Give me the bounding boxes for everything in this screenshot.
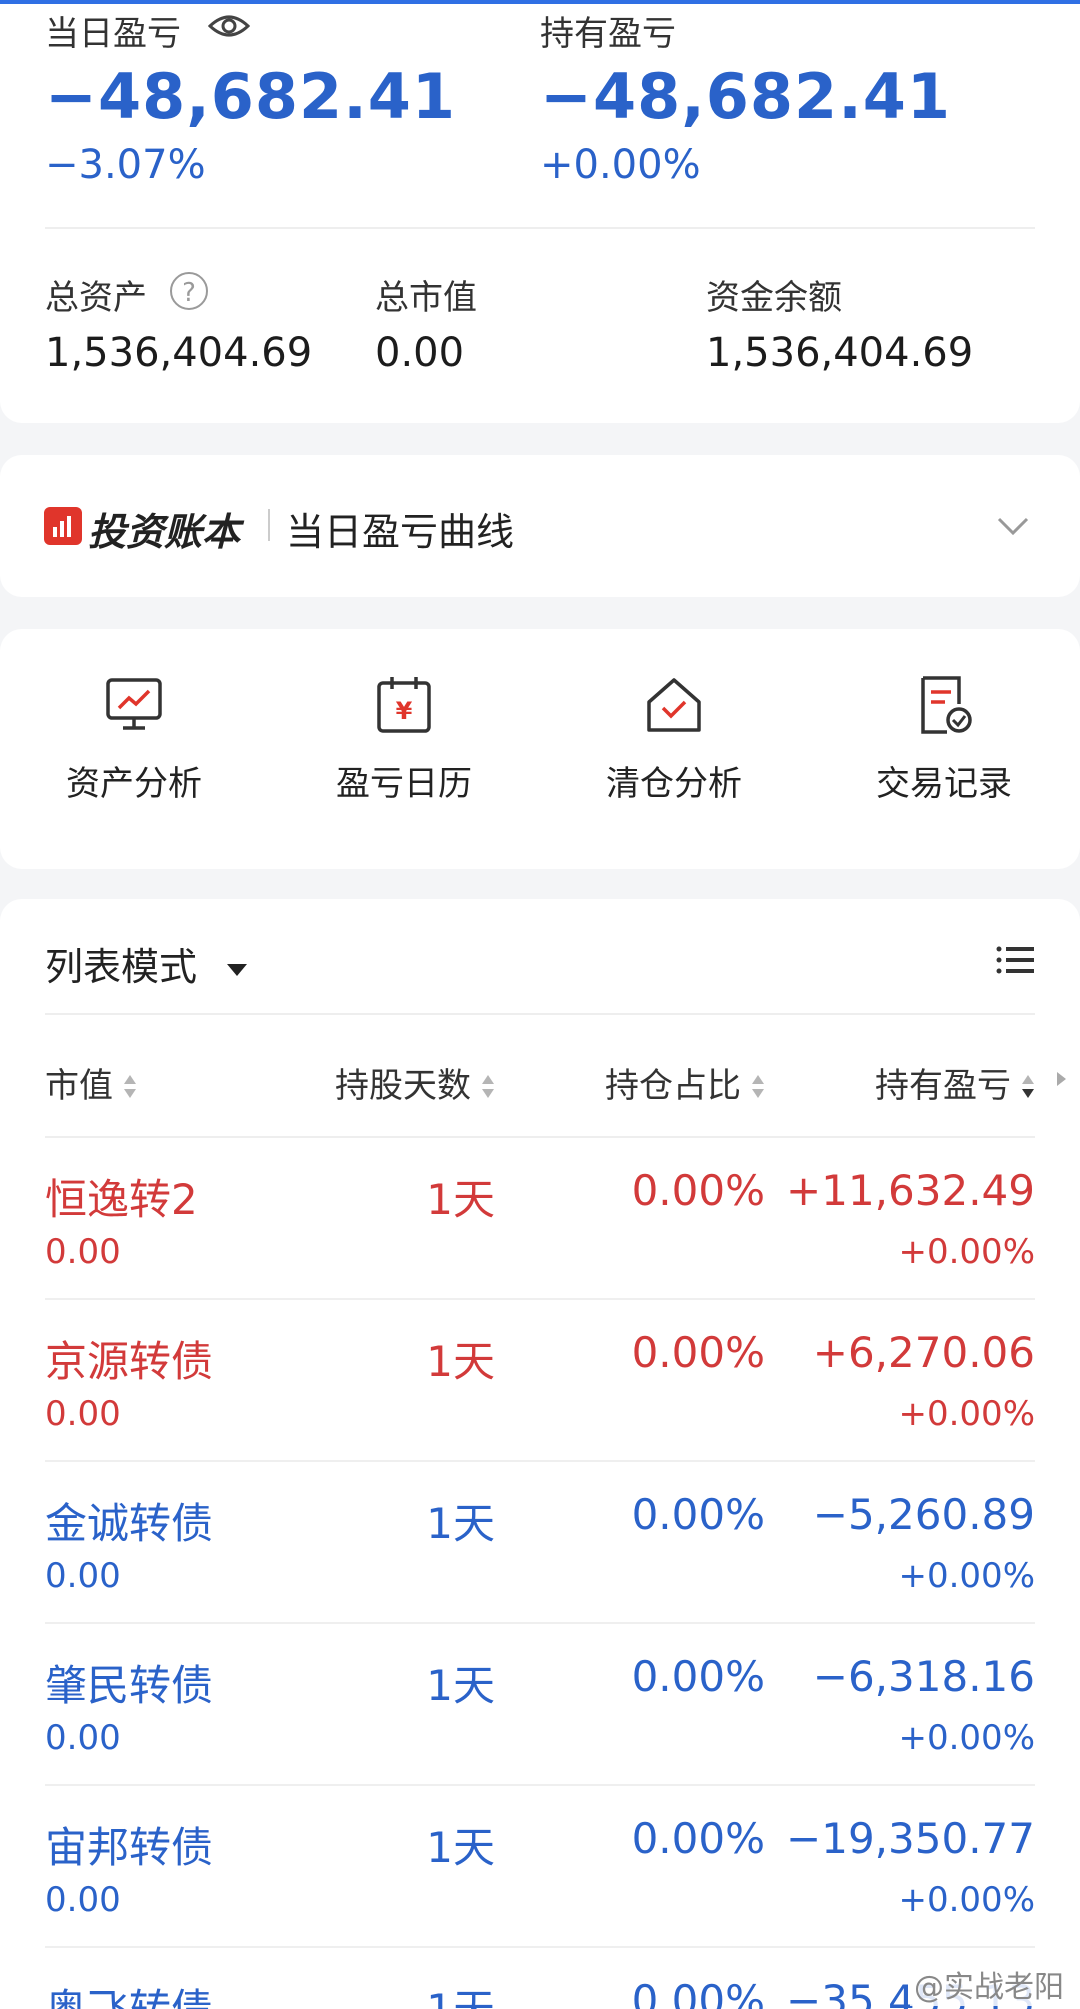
cash-balance-label: 资金余额	[706, 278, 842, 318]
chevron-down-icon[interactable]	[996, 515, 1030, 541]
row-ratio: 0.00%	[631, 1976, 765, 2009]
row-ratio: 0.00%	[631, 1814, 765, 1863]
row-pl-percent: +0.00%	[898, 1556, 1036, 1596]
row-ratio: 0.00%	[631, 1490, 765, 1539]
table-row[interactable]: 京源转债 0.00 1天 0.00% +6,270.06 +0.00%	[0, 1300, 1080, 1462]
caret-down-icon	[227, 963, 248, 976]
ledger-brand: 投资账本	[88, 510, 241, 554]
pl-curve-card[interactable]: 投资账本 当日盈亏曲线	[0, 455, 1080, 597]
row-days: 1天	[426, 1499, 495, 1548]
daily-pl-value: −48,682.41	[45, 60, 457, 133]
table-row[interactable]: 宙邦转债 0.00 1天 0.00% −19,350.77 +0.00%	[0, 1786, 1080, 1948]
row-ratio: 0.00%	[631, 1166, 765, 1215]
table-row[interactable]: 恒逸转2 0.00 1天 0.00% +11,632.49 +0.00%	[0, 1138, 1080, 1300]
list-header-divider	[45, 1013, 1035, 1015]
bond-name: 宙邦转债	[45, 1823, 214, 1872]
holding-pl-label: 持有盈亏	[540, 14, 676, 54]
sort-icon	[481, 1073, 495, 1103]
sort-desc-icon	[1021, 1073, 1035, 1103]
ledger-title: 当日盈亏曲线	[286, 510, 515, 554]
row-market-value: 0.00	[45, 1556, 121, 1596]
row-ratio: 0.00%	[631, 1652, 765, 1701]
svg-text:¥: ¥	[396, 697, 413, 725]
table-row[interactable]: 金诚转债 0.00 1天 0.00% −5,260.89 +0.00%	[0, 1462, 1080, 1624]
scroll-right-icon[interactable]	[1057, 1072, 1066, 1086]
list-menu-icon[interactable]	[996, 945, 1034, 979]
top-accent-line	[0, 0, 1080, 4]
total-assets-label: 总资产	[45, 278, 147, 318]
tool-trade-records[interactable]: 交易记录	[844, 674, 1044, 805]
row-pl-percent: +0.00%	[898, 1718, 1036, 1758]
row-market-value: 0.00	[45, 1880, 121, 1920]
tool-pl-calendar[interactable]: ¥ 盈亏日历	[304, 674, 504, 805]
holding-pl-value: −48,682.41	[540, 60, 952, 133]
sort-icon	[123, 1073, 137, 1103]
bond-name: 肇民转债	[45, 1661, 214, 1710]
col-header-label: 持仓占比	[605, 1066, 741, 1106]
holding-pl-percent: +0.00%	[540, 142, 701, 188]
row-pl-percent: +0.00%	[898, 1232, 1036, 1272]
row-days: 1天	[426, 1661, 495, 1710]
market-value-value: 0.00	[375, 330, 465, 376]
col-header-label: 市值	[45, 1066, 113, 1106]
yen-calendar-icon: ¥	[304, 674, 504, 736]
row-market-value: 0.00	[45, 1232, 121, 1272]
help-icon[interactable]: ?	[170, 272, 208, 310]
sort-icon	[751, 1073, 765, 1103]
row-pl: +6,270.06	[812, 1328, 1035, 1377]
row-ratio: 0.00%	[631, 1328, 765, 1377]
tool-label: 交易记录	[876, 764, 1012, 804]
daily-pl-label: 当日盈亏	[45, 14, 181, 54]
ledger-logo-icon	[44, 507, 82, 545]
document-check-icon	[844, 674, 1044, 736]
row-pl: −19,350.77	[786, 1814, 1035, 1863]
col-holding-days[interactable]: 持股天数	[335, 1058, 495, 1107]
row-days: 1天	[426, 1976, 495, 2009]
bond-name: 奥飞转债	[45, 1976, 213, 2009]
col-holding-pl[interactable]: 持有盈亏	[875, 1058, 1035, 1107]
row-days: 1天	[426, 1175, 495, 1224]
house-check-icon	[574, 674, 774, 736]
list-mode-selector[interactable]: 列表模式	[45, 936, 248, 991]
cash-balance-value: 1,536,404.69	[706, 330, 974, 376]
ledger-separator	[268, 509, 270, 541]
watermark: @实战老阳	[910, 1962, 1068, 2006]
eye-icon[interactable]	[207, 10, 251, 46]
col-position-ratio[interactable]: 持仓占比	[605, 1058, 765, 1107]
bond-name: 恒逸转2	[45, 1175, 198, 1224]
row-market-value: 0.00	[45, 1718, 121, 1758]
row-pl: +11,632.49	[786, 1166, 1035, 1215]
col-market-value[interactable]: 市值	[45, 1058, 137, 1107]
list-mode-label: 列表模式	[45, 945, 198, 989]
table-row[interactable]: 肇民转债 0.00 1天 0.00% −6,318.16 +0.00%	[0, 1624, 1080, 1786]
bond-name: 京源转债	[45, 1337, 214, 1386]
row-days: 1天	[426, 1337, 495, 1386]
monitor-chart-icon	[34, 674, 234, 736]
row-pl: −5,260.89	[812, 1490, 1035, 1539]
tool-clearance-analysis[interactable]: 清仓分析	[574, 674, 774, 805]
row-pl: −6,318.16	[812, 1652, 1035, 1701]
daily-pl-percent: −3.07%	[45, 142, 206, 188]
bond-name: 金诚转债	[45, 1499, 214, 1548]
row-pl-percent: +0.00%	[898, 1394, 1036, 1434]
col-header-label: 持股天数	[335, 1066, 471, 1106]
row-days: 1天	[426, 1823, 495, 1872]
tool-asset-analysis[interactable]: 资产分析	[34, 674, 234, 805]
total-assets-value: 1,536,404.69	[45, 330, 313, 376]
row-market-value: 0.00	[45, 1394, 121, 1434]
col-header-label: 持有盈亏	[875, 1066, 1011, 1106]
summary-card: 当日盈亏 −48,682.41 −3.07% 持有盈亏 −48,682.41 +…	[0, 0, 1080, 423]
summary-divider	[45, 227, 1035, 229]
market-value-label: 总市值	[375, 278, 477, 318]
tool-label: 资产分析	[66, 764, 202, 804]
tool-label: 清仓分析	[606, 764, 742, 804]
row-pl-percent: +0.00%	[898, 1880, 1036, 1920]
tool-label: 盈亏日历	[336, 764, 472, 804]
